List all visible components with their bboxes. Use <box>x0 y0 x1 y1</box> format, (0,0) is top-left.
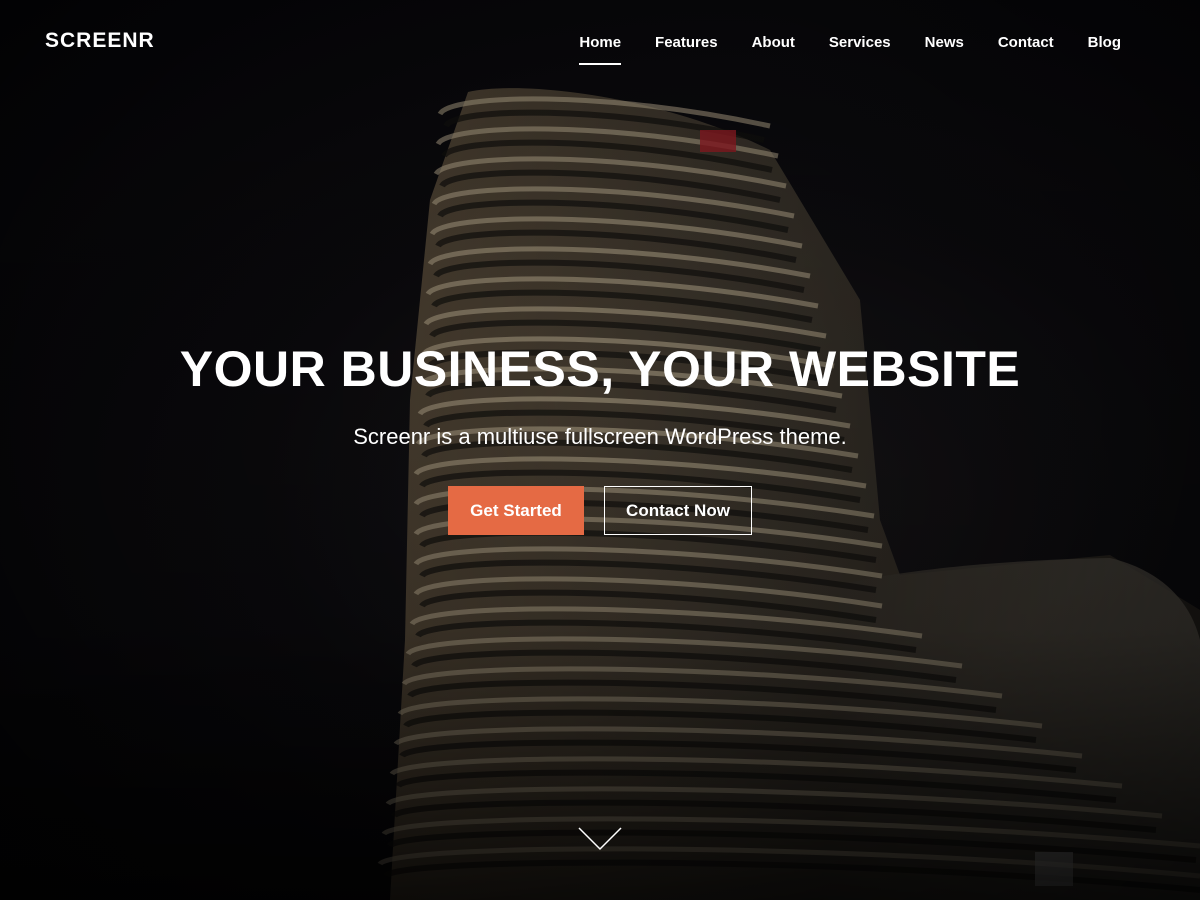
contact-now-button[interactable]: Contact Now <box>604 486 752 535</box>
hero-tagline: Screenr is a multiuse fullscreen WordPre… <box>353 424 847 449</box>
nav-item-contact[interactable]: Contact <box>981 33 1071 53</box>
nav-item-services[interactable]: Services <box>812 33 908 53</box>
nav-item-news[interactable]: News <box>908 33 981 53</box>
site-logo[interactable]: SCREENR <box>45 29 155 53</box>
site-header: SCREENR Home Features About Services New… <box>0 0 1200 86</box>
nav-item-about[interactable]: About <box>735 33 812 53</box>
nav-item-features[interactable]: Features <box>638 33 735 53</box>
main-navigation: Home Features About Services News Contac… <box>562 33 1138 65</box>
nav-item-blog[interactable]: Blog <box>1071 33 1138 53</box>
chevron-down-icon[interactable] <box>577 826 623 852</box>
nav-item-home[interactable]: Home <box>562 33 638 65</box>
hero-content: YOUR BUSINESS, YOUR WEBSITE Screenr is a… <box>0 338 1200 535</box>
hero-section: SCREENR Home Features About Services New… <box>0 0 1200 900</box>
hero-title: YOUR BUSINESS, YOUR WEBSITE <box>179 341 1021 397</box>
get-started-button[interactable]: Get Started <box>448 486 584 535</box>
hero-buttons: Get Started Contact Now <box>0 486 1200 535</box>
